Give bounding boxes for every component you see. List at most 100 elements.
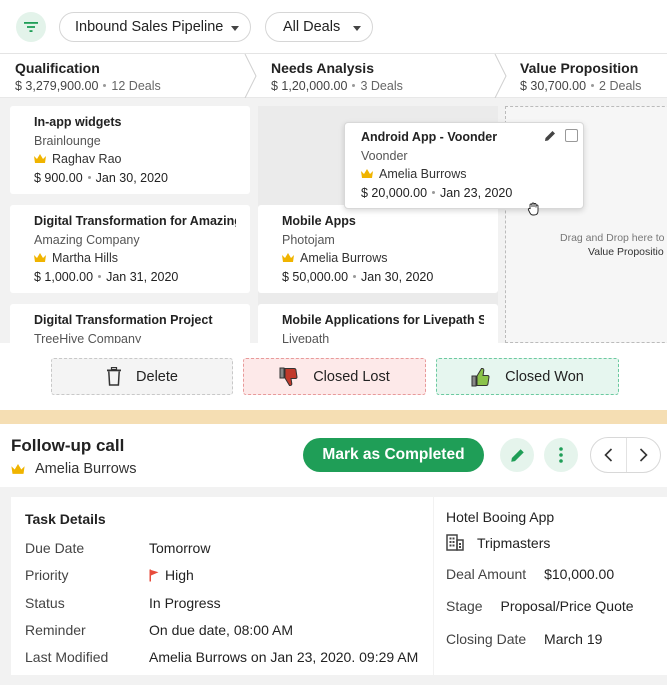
chevron-down-icon — [231, 26, 239, 31]
task-owner-name: Amelia Burrows — [35, 461, 137, 477]
dragging-deal-card[interactable]: Android App - Voonder Voonder Amelia Bur… — [344, 122, 584, 216]
related-closing-row: Closing Date March 19 — [446, 631, 602, 647]
stage-separator — [494, 54, 507, 98]
related-closing-value: March 19 — [544, 631, 603, 647]
mark-as-completed-button[interactable]: Mark as Completed — [303, 438, 484, 472]
detail-value: Amelia Burrows on Jan 23, 2020. 09:29 AM — [149, 649, 419, 665]
deal-amount: $ 50,000.00 — [282, 270, 349, 284]
task-title: Follow-up call — [11, 436, 125, 455]
deals-filter-label: All Deals — [283, 19, 341, 35]
detail-value: High — [165, 567, 194, 583]
deal-card[interactable]: In-app widgets Brainlounge Raghav Rao $ … — [10, 106, 250, 194]
related-stage-value: Proposal/Price Quote — [500, 598, 634, 614]
deal-title: Android App - Voonder — [361, 130, 498, 144]
pipeline-select[interactable]: Inbound Sales Pipeline — [59, 12, 251, 42]
chevron-right-icon — [639, 448, 648, 462]
related-deal-name[interactable]: Hotel Booing App — [446, 509, 554, 525]
detail-row-last-modified: Last Modified Amelia Burrows on Jan 23, … — [25, 649, 418, 665]
stage-needs-analysis[interactable]: Needs Analysis $ 1,20,000.00 3 Deals — [271, 60, 403, 93]
deal-title: Mobile Applications for Livepath Serv... — [282, 313, 484, 327]
deal-company: Voonder — [361, 149, 408, 163]
stage-separator — [244, 54, 257, 98]
detail-label: Due Date — [25, 540, 85, 556]
related-amount-value: $10,000.00 — [544, 566, 615, 582]
delete-label: Delete — [136, 368, 178, 385]
delete-drop-button[interactable]: Delete — [51, 358, 233, 395]
related-amount-label: Deal Amount — [446, 566, 527, 582]
deal-date: Jan 30, 2020 — [95, 171, 168, 185]
detail-row-priority: Priority High — [25, 567, 194, 583]
deal-action-bar: Delete Closed Lost Closed Won — [0, 343, 667, 410]
detail-value: In Progress — [149, 595, 221, 611]
related-closing-label: Closing Date — [446, 631, 527, 647]
deal-company: Photojam — [282, 233, 335, 247]
deal-owner: Raghav Rao — [52, 152, 122, 166]
record-navigation — [590, 437, 661, 473]
task-details-heading: Task Details — [25, 511, 106, 527]
closed-won-label: Closed Won — [505, 368, 584, 385]
stage-count: 3 Deals — [360, 79, 403, 93]
deal-title: Digital Transformation for Amazing... — [34, 214, 236, 228]
stage-qualification[interactable]: Qualification $ 3,279,900.00 12 Deals — [15, 60, 161, 93]
related-account[interactable]: Tripmasters — [446, 534, 550, 551]
building-icon — [446, 534, 464, 551]
column-qualification: In-app widgets Brainlounge Raghav Rao $ … — [0, 106, 250, 343]
pencil-icon[interactable] — [544, 130, 556, 142]
closed-lost-label: Closed Lost — [313, 368, 390, 385]
crown-icon — [34, 253, 46, 262]
stage-amount: $ 1,20,000.00 — [271, 79, 348, 93]
previous-record-button[interactable] — [591, 438, 626, 472]
deal-owner: Amelia Burrows — [379, 167, 467, 181]
filter-button[interactable] — [16, 12, 46, 42]
deal-company: Livepath — [282, 332, 330, 343]
drop-hint: Drag and Drop here to m Value Propositio — [560, 231, 667, 259]
stage-value-proposition[interactable]: Value Proposition $ 30,700.00 2 Deals — [520, 60, 641, 93]
kanban-board: In-app widgets Brainlounge Raghav Rao $ … — [0, 98, 667, 343]
deal-date: Jan 31, 2020 — [106, 270, 179, 284]
thumbs-up-icon — [471, 367, 490, 386]
detail-label: Last Modified — [25, 649, 109, 665]
deal-card[interactable]: Mobile Apps Photojam Amelia Burrows $ 50… — [258, 205, 498, 293]
detail-label: Priority — [25, 567, 69, 583]
chevron-down-icon — [353, 26, 361, 31]
crown-icon — [361, 169, 373, 178]
detail-label: Reminder — [25, 622, 86, 638]
deal-card[interactable]: Digital Transformation Project TreeHive … — [10, 304, 250, 343]
thumbs-down-icon — [279, 367, 298, 386]
deal-amount: $ 900.00 — [34, 171, 83, 185]
next-record-button[interactable] — [625, 438, 661, 472]
stage-amount: $ 30,700.00 — [520, 79, 587, 93]
checkbox-icon[interactable] — [565, 129, 578, 142]
grab-cursor-icon — [527, 202, 539, 216]
drop-hint-line1: Drag and Drop here to m — [560, 232, 667, 244]
edit-task-button[interactable] — [500, 438, 534, 472]
deal-card[interactable]: Digital Transformation for Amazing... Am… — [10, 205, 250, 293]
deal-owner: Amelia Burrows — [300, 251, 388, 265]
related-stage-label: Stage — [446, 598, 483, 614]
detail-row-status: Status In Progress — [25, 595, 221, 611]
stage-name: Value Proposition — [520, 60, 639, 76]
crown-icon — [34, 154, 46, 163]
detail-value: On due date, 08:00 AM — [149, 622, 293, 638]
deal-amount: $ 1,000.00 — [34, 270, 94, 284]
closed-won-drop-button[interactable]: Closed Won — [436, 358, 619, 395]
deals-filter-select[interactable]: All Deals — [265, 12, 373, 42]
task-panel: Follow-up call Amelia Burrows Mark as Co… — [0, 424, 667, 685]
deal-card[interactable]: Mobile Applications for Livepath Serv...… — [258, 304, 498, 343]
pencil-icon — [510, 448, 524, 462]
pipeline-select-label: Inbound Sales Pipeline — [75, 19, 224, 35]
deal-owner: Martha Hills — [52, 251, 118, 265]
stage-header-bar: Qualification $ 3,279,900.00 12 Deals Nee… — [0, 54, 667, 98]
detail-label: Status — [25, 595, 65, 611]
deal-title: Mobile Apps — [282, 214, 356, 228]
more-options-button[interactable] — [544, 438, 578, 472]
deal-title: Digital Transformation Project — [34, 313, 213, 327]
closed-lost-drop-button[interactable]: Closed Lost — [243, 358, 426, 395]
deal-company: Amazing Company — [34, 233, 140, 247]
stage-amount: $ 3,279,900.00 — [15, 79, 99, 93]
drop-hint-line2: Value Propositio — [588, 246, 664, 258]
related-account-name: Tripmasters — [477, 534, 551, 551]
detail-row-reminder: Reminder On due date, 08:00 AM — [25, 622, 293, 638]
detail-value: Tomorrow — [149, 540, 211, 556]
more-vertical-icon — [559, 447, 563, 463]
